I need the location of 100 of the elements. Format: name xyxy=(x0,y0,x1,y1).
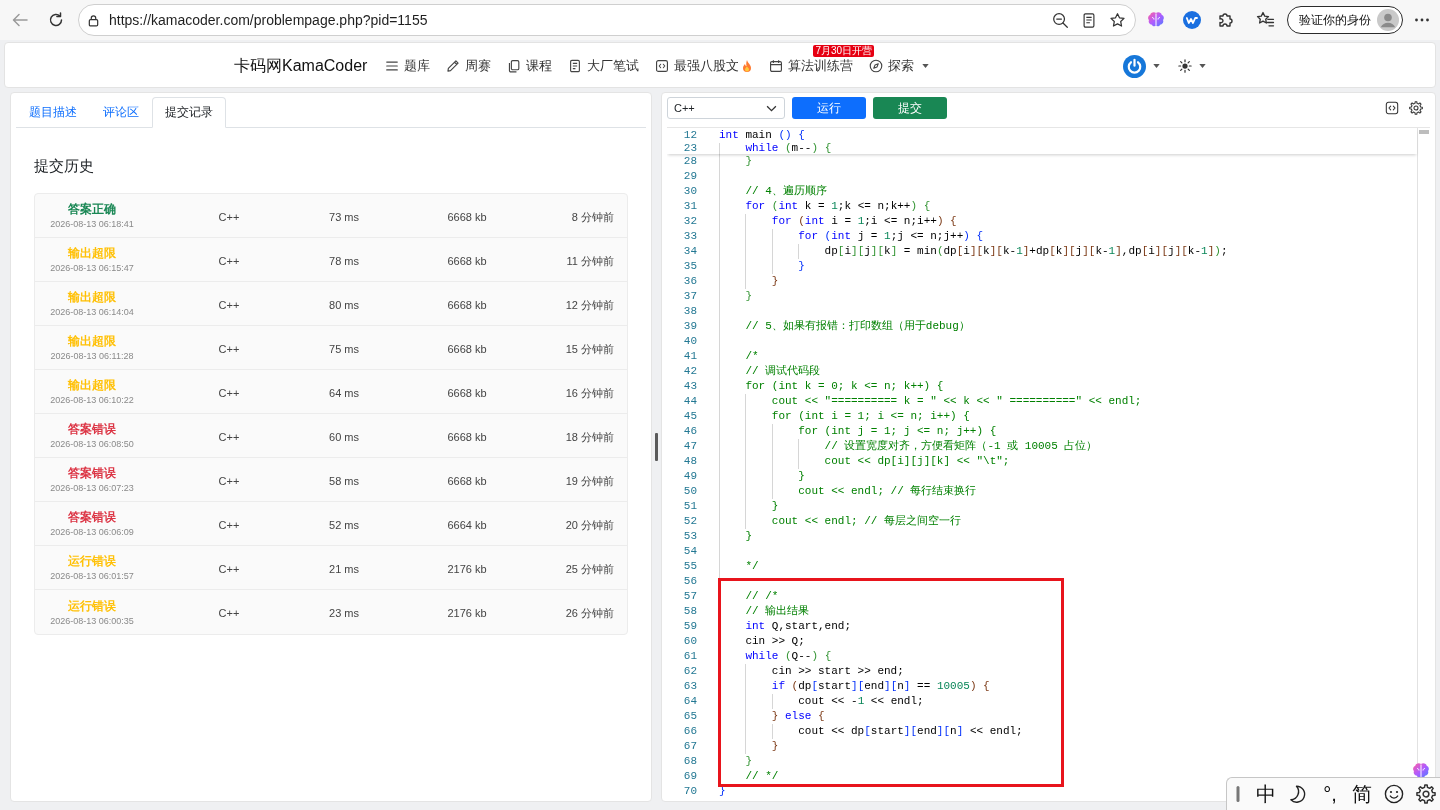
tab[interactable]: 评论区 xyxy=(90,97,152,128)
memory-text: 6668 kb xyxy=(447,342,487,355)
nav-link[interactable]: 最强八股文 xyxy=(655,57,754,75)
nav-link[interactable]: 探索 xyxy=(869,57,930,75)
document-icon[interactable] xyxy=(568,59,583,73)
line-number: 57 xyxy=(683,590,697,602)
punctuation-toggle[interactable]: °, xyxy=(1323,782,1337,806)
line-number: 43 xyxy=(683,380,697,392)
time-ago-text: 11 分钟前 xyxy=(566,254,614,267)
runtime-text: 80 ms xyxy=(329,298,359,311)
submission-time: 2026-08-13 06:11:28 xyxy=(50,350,134,362)
status-text[interactable]: 答案错误 xyxy=(68,421,116,437)
code-icon[interactable] xyxy=(655,59,670,73)
splitter-handle[interactable] xyxy=(655,433,658,461)
caret-icon[interactable] xyxy=(1153,64,1160,68)
settings-icon[interactable] xyxy=(1409,101,1423,115)
time-ago-text: 15 分钟前 xyxy=(565,342,614,355)
site-brand[interactable]: 卡码网KamaCoder xyxy=(234,55,368,77)
code-line: while (m--) { xyxy=(745,143,832,154)
copy-icon[interactable] xyxy=(507,59,522,73)
moon-icon[interactable] xyxy=(1288,784,1308,804)
code-line: // 5、如果有报错：打印数组（用于debug） xyxy=(745,319,970,334)
line-number: 61 xyxy=(683,650,697,662)
code-line: cout << "========== k = " << k << " ==========" << endl; xyxy=(771,394,1142,409)
time-ago-text: 8 分钟前 xyxy=(571,210,614,223)
line-number: 35 xyxy=(683,260,697,272)
chevron-down-icon xyxy=(766,104,777,112)
code-line: for (int k = 1;k <= n;k++) { xyxy=(745,199,931,214)
lock-icon[interactable] xyxy=(87,13,100,27)
zoom-out-icon[interactable] xyxy=(1052,11,1069,29)
smiley-icon[interactable] xyxy=(1384,784,1404,804)
code-line: // */ xyxy=(745,769,779,784)
code-icon[interactable] xyxy=(1385,101,1399,115)
submission-time: 2026-08-13 06:00:35 xyxy=(50,614,134,627)
code-line: int Q,start,end; xyxy=(745,619,852,634)
language-select[interactable]: C++ xyxy=(667,97,785,119)
line-number: 51 xyxy=(683,500,697,512)
status-text[interactable]: 答案正确 xyxy=(68,201,116,217)
scrollbar-thumb[interactable] xyxy=(1419,130,1429,134)
settings-icon[interactable] xyxy=(1416,784,1436,804)
grip-icon[interactable] xyxy=(1236,786,1240,802)
language-text: C++ xyxy=(218,210,240,223)
line-number: 37 xyxy=(683,290,697,302)
code-line: cout << endl; // 每行结束换行 xyxy=(798,484,977,499)
submit-button[interactable]: 提交 xyxy=(873,97,947,119)
script-toggle[interactable]: 简 xyxy=(1352,782,1372,806)
line-number: 69 xyxy=(683,770,697,782)
list-icon[interactable] xyxy=(385,59,400,73)
code-line: } xyxy=(745,529,752,544)
nav-link[interactable]: 周赛 xyxy=(446,57,492,75)
star-icon[interactable] xyxy=(1109,11,1126,29)
time-ago-text: 20 分钟前 xyxy=(565,518,614,531)
code-line: cout << dp[i][j][k] << "\t"; xyxy=(824,454,1010,469)
profile-button[interactable]: 验证你的身份 xyxy=(1287,6,1403,34)
run-button[interactable]: 运行 xyxy=(792,97,866,119)
code-line: // 4、遍历顺序 xyxy=(745,184,827,199)
sun-icon[interactable] xyxy=(1178,59,1192,73)
address-field[interactable]: https://kamacoder.com/problempage.php?pid=1155 xyxy=(78,4,1136,36)
line-number: 50 xyxy=(683,485,697,497)
code-line: cout << -1 << endl; xyxy=(798,694,924,709)
code-line: for (int j = 1;j <= n;j++) { xyxy=(798,229,984,244)
nav-link[interactable]: 大厂笔试 xyxy=(568,57,640,75)
puzzle-icon[interactable] xyxy=(1216,10,1236,30)
line-number: 12 xyxy=(683,129,697,141)
tab[interactable]: 题目描述 xyxy=(16,97,90,128)
line-number: 68 xyxy=(683,755,697,767)
nav-link[interactable]: 题库 xyxy=(385,57,431,75)
line-number: 54 xyxy=(683,545,697,557)
code-line: */ xyxy=(745,559,759,574)
caret-icon[interactable] xyxy=(1199,64,1206,68)
submission-time: 2026-08-13 06:10:22 xyxy=(50,394,134,406)
line-number: 41 xyxy=(683,350,697,362)
nav-link[interactable]: 课程 xyxy=(507,57,553,75)
status-text[interactable]: 答案错误 xyxy=(68,465,116,481)
memory-text: 6668 kb xyxy=(447,386,487,399)
code-line: cin >> Q; xyxy=(745,634,805,649)
pencil-icon[interactable] xyxy=(446,59,461,73)
calendar-icon[interactable] xyxy=(769,59,784,73)
code-line: /* xyxy=(745,349,759,364)
compass-icon[interactable] xyxy=(869,59,884,73)
line-number: 44 xyxy=(683,395,697,407)
tab[interactable]: 提交记录 xyxy=(152,97,226,128)
caret-icon[interactable] xyxy=(922,64,930,68)
language-text: C++ xyxy=(218,254,240,267)
input-mode-toggle[interactable]: 中 xyxy=(1256,782,1276,806)
memory-text: 6668 kb xyxy=(447,430,487,443)
line-number: 52 xyxy=(683,515,697,527)
line-number: 23 xyxy=(683,143,697,154)
code-line: cout << endl; // 每层之间空一行 xyxy=(771,514,961,529)
status-text[interactable]: 答案错误 xyxy=(68,509,116,525)
language-text: C++ xyxy=(218,607,240,619)
power-icon[interactable] xyxy=(1123,54,1146,78)
line-number: 30 xyxy=(683,185,697,197)
language-text: C++ xyxy=(218,518,240,531)
code-line: // 输出结果 xyxy=(745,604,810,619)
wave-logo-icon[interactable] xyxy=(1182,10,1202,30)
reader-icon[interactable] xyxy=(1081,11,1097,29)
nav-link[interactable]: 算法训练营 xyxy=(769,57,854,75)
line-number: 48 xyxy=(683,455,697,467)
avatar-icon xyxy=(1377,9,1399,31)
